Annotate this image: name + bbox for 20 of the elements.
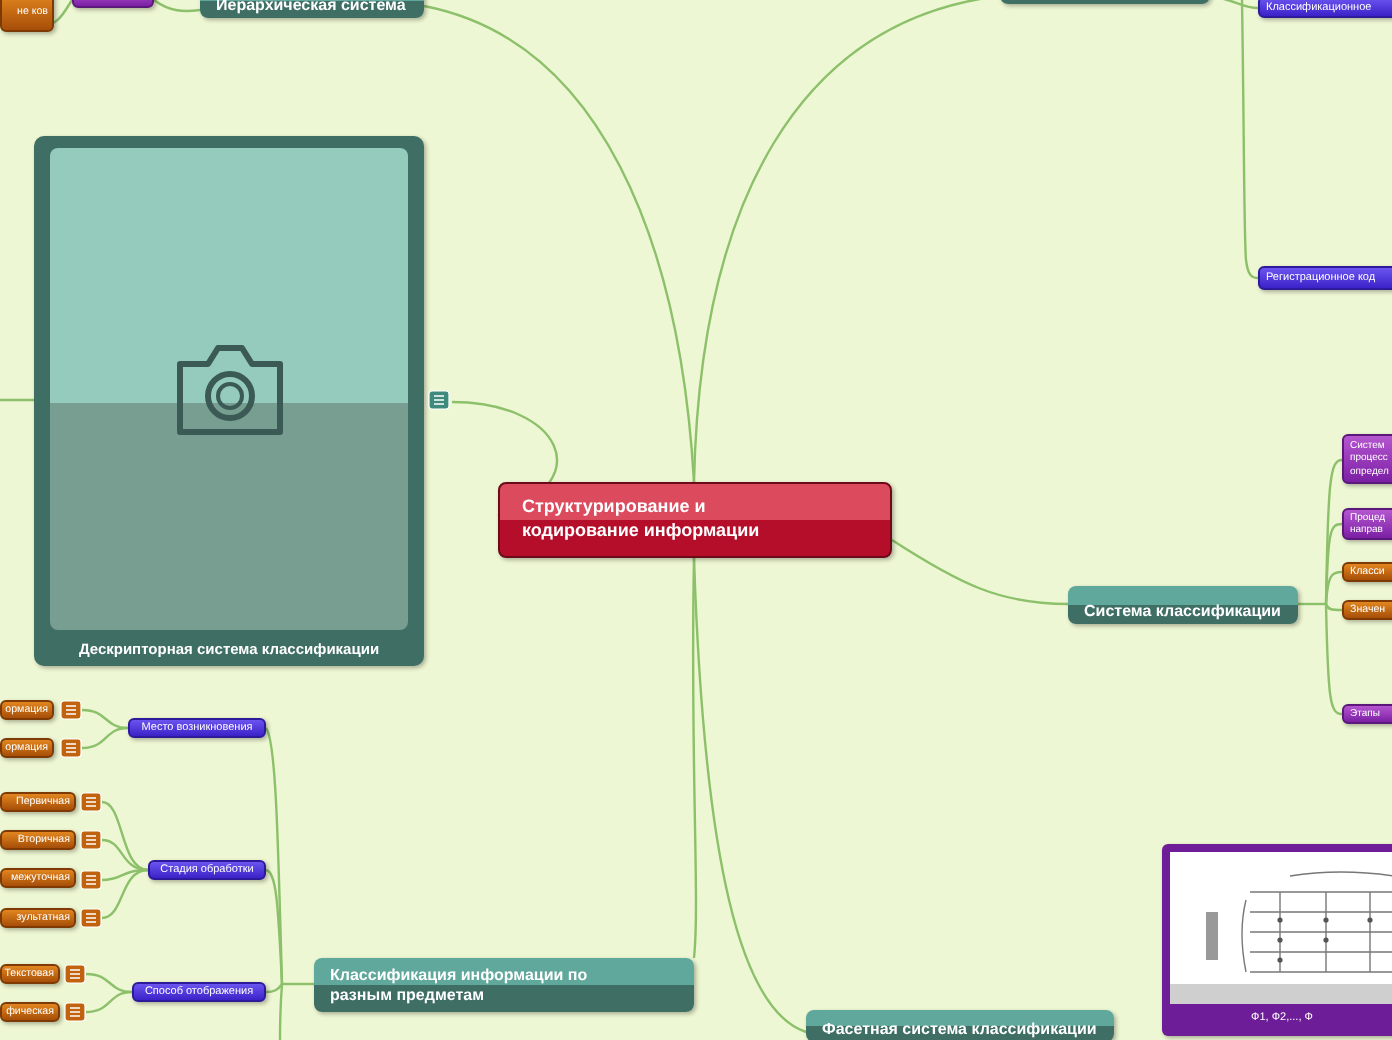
central-topic[interactable]: Структурирование и кодирование информации: [498, 482, 892, 558]
connector-line: [81, 708, 129, 730]
note-icon[interactable]: [428, 390, 450, 410]
note-icon[interactable]: [60, 700, 82, 720]
main-topic[interactable]: Классификация информации по разным предметам: [314, 958, 694, 1012]
connector-line: [153, 0, 201, 13]
note-icon[interactable]: [64, 964, 86, 984]
note-icon[interactable]: [80, 830, 102, 850]
main-topic[interactable]: Система классификации: [1068, 586, 1298, 624]
camera-icon: [171, 339, 287, 439]
note-icon[interactable]: [80, 870, 102, 890]
connector-line: [85, 972, 133, 994]
note-icon[interactable]: [60, 738, 82, 758]
main-topic[interactable]: Фасетная система классификации: [806, 1010, 1114, 1040]
note-icon[interactable]: [64, 1002, 86, 1022]
note-icon[interactable]: [80, 908, 102, 928]
connector-line: [85, 990, 133, 1014]
connector-line: [0, 398, 34, 402]
note-icon[interactable]: [80, 792, 102, 812]
connector-line: [81, 726, 129, 750]
